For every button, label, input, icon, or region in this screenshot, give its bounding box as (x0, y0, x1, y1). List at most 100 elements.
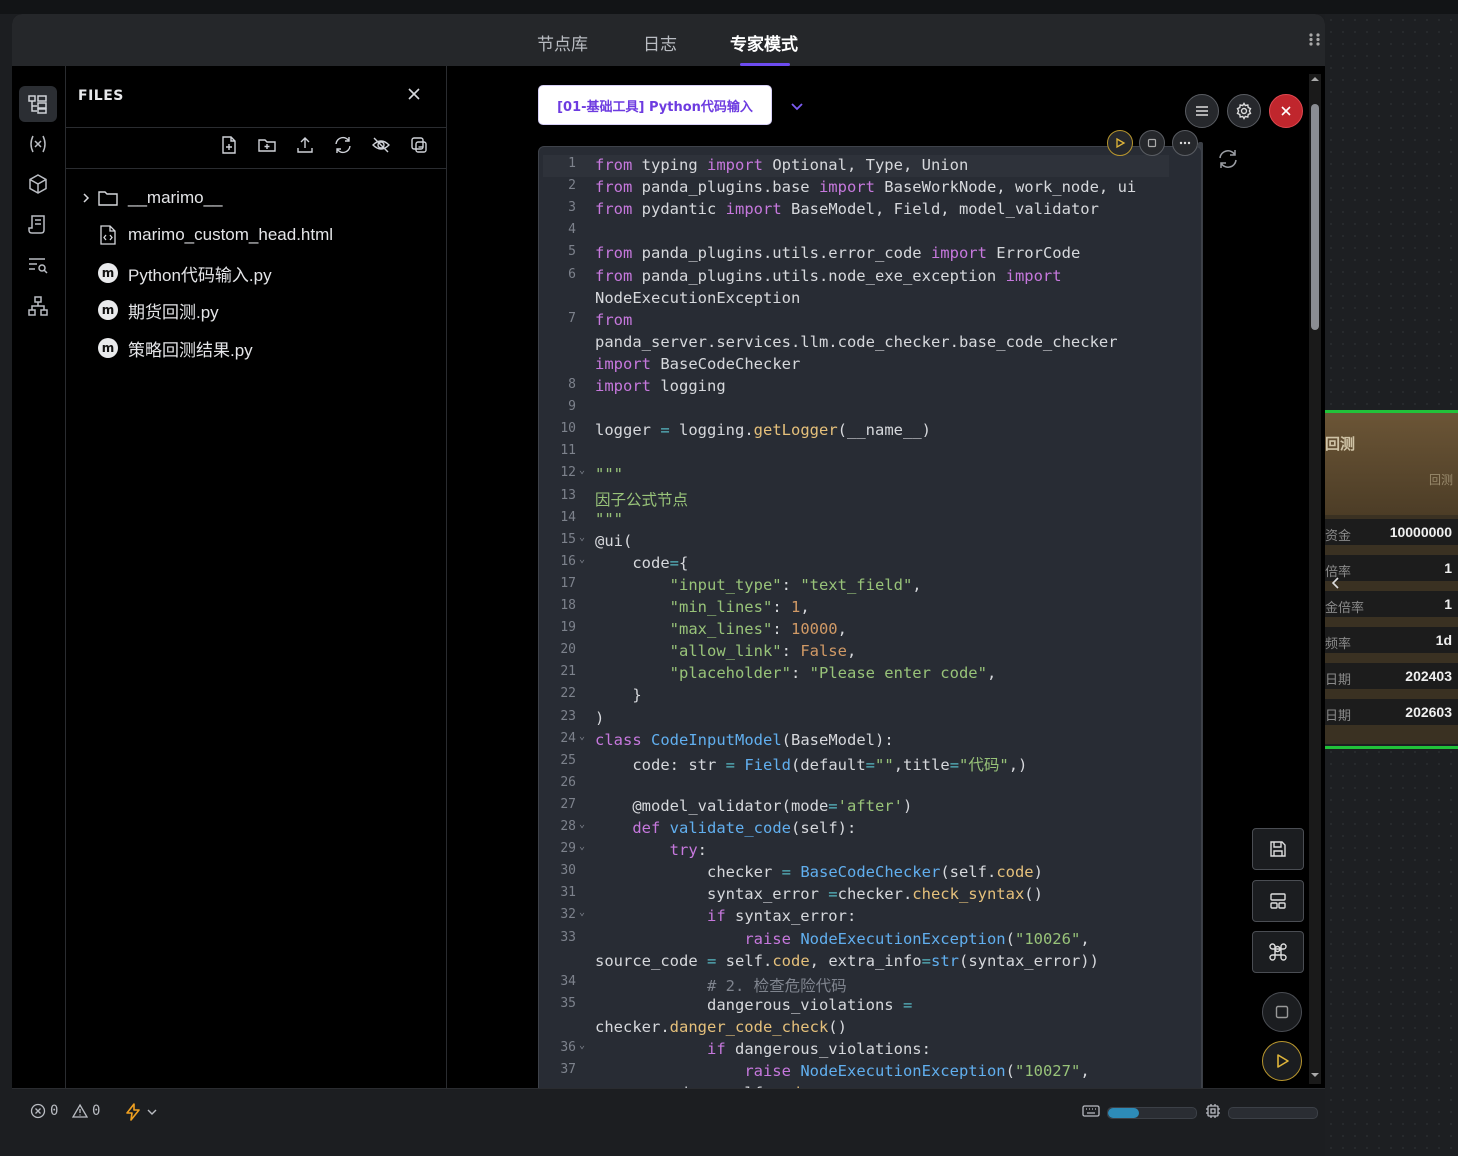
menu-icon (1196, 106, 1208, 116)
line-number: 1 (568, 156, 576, 171)
warnings-indicator[interactable]: 0 (72, 1103, 100, 1119)
activity-search[interactable] (19, 247, 57, 283)
toggle-hidden-button[interactable] (368, 132, 394, 158)
file-item-folder[interactable]: __marimo__ (76, 183, 223, 213)
grid-dots-icon[interactable] (1308, 32, 1322, 46)
layout-icon (1270, 893, 1286, 909)
fold-chevron-icon[interactable]: ⌄ (579, 465, 585, 476)
fold-chevron-icon[interactable]: ⌄ (579, 1040, 585, 1051)
node-param-row[interactable]: 日期 202603 (1325, 695, 1458, 731)
fold-chevron-icon[interactable]: ⌄ (579, 819, 585, 830)
file-item-python-input[interactable]: m Python代码输入.py (76, 258, 272, 288)
code-text: raise NodeExecutionException("10027", (744, 1062, 1090, 1081)
code-text: checker.danger_code_check() (595, 1017, 847, 1036)
stop-cell-button[interactable] (1139, 130, 1165, 156)
line-number: 10 (560, 421, 576, 437)
stop-all-button[interactable] (1262, 992, 1302, 1032)
file-item-html[interactable]: marimo_custom_head.html (76, 220, 333, 250)
line-number: 22 (560, 686, 576, 702)
settings-button[interactable] (1227, 94, 1261, 128)
code-text: import BaseCodeChecker (595, 354, 801, 373)
fold-chevron-icon[interactable]: ⌄ (579, 841, 585, 852)
scroll-up-icon[interactable] (1310, 74, 1320, 84)
line-number: 26 (560, 774, 576, 790)
close-editor-button[interactable] (1269, 94, 1303, 128)
line-number: 3 (568, 200, 576, 216)
activity-files[interactable] (19, 86, 57, 122)
node-param-row[interactable]: 资金 10000000 (1325, 515, 1458, 551)
line-number: 19 (560, 620, 576, 636)
warning-icon (72, 1103, 88, 1118)
upload-button[interactable] (292, 132, 318, 158)
activity-dependencies[interactable] (19, 288, 57, 324)
file-tree-icon (28, 95, 47, 114)
code-text: if syntax_error: (706, 907, 857, 926)
layout-button[interactable] (1252, 880, 1304, 922)
code-text: source_code = self.code, extra_info=str(… (595, 951, 1099, 970)
fold-chevron-icon[interactable]: ⌄ (579, 532, 585, 543)
collapse-all-button[interactable] (406, 132, 432, 158)
code-text: from (595, 310, 633, 329)
node-param-row[interactable]: 频率 1d (1325, 623, 1458, 659)
runtime-mode-dropdown[interactable] (124, 1103, 158, 1121)
fold-chevron-icon[interactable]: ⌄ (579, 907, 585, 918)
line-number: 37 (560, 1062, 576, 1078)
new-file-button[interactable] (216, 132, 242, 158)
node-param-row[interactable]: 金倍率 1 (1325, 587, 1458, 623)
errors-indicator[interactable]: 0 (30, 1103, 58, 1119)
scroll-down-icon[interactable] (1310, 1070, 1320, 1080)
run-cell-button[interactable] (1107, 130, 1133, 156)
tab-log[interactable]: 日志 (643, 30, 677, 55)
scrollbar-thumb[interactable] (1311, 104, 1319, 330)
divider (66, 127, 446, 128)
code-editor[interactable]: 1 from typing import Optional, Type, Unio… (538, 146, 1202, 1098)
node-param-label: 资金 (1325, 529, 1352, 544)
code-text: from panda_plugins.utils.node_exe_except… (595, 266, 1062, 285)
tab-node-library[interactable]: 节点库 (537, 30, 588, 55)
code-text: raise NodeExecutionException("10026", (744, 929, 1090, 948)
command-palette-button[interactable] (1252, 931, 1304, 973)
node-param-label: 金倍率 (1325, 601, 1365, 616)
window-top-band (0, 0, 1458, 14)
divider (66, 168, 446, 169)
line-number: 13 (560, 487, 576, 503)
file-name: 期货回测.py (128, 302, 219, 322)
node-param-row[interactable]: 日期 202403 (1325, 659, 1458, 695)
refresh-icon[interactable] (1217, 148, 1239, 170)
run-all-button[interactable] (1262, 1041, 1302, 1081)
line-number: 6 (568, 266, 576, 282)
line-number: 20 (560, 642, 576, 658)
line-number: 31 (560, 885, 576, 901)
node-title-button[interactable]: [01-基础工具] Python代码输入 (538, 85, 772, 125)
chevron-left-icon[interactable] (1329, 576, 1343, 590)
code-text: "max_lines": 10000, (669, 620, 847, 639)
code-text: """ (595, 509, 623, 528)
file-name: Python代码输入.py (128, 265, 272, 285)
new-folder-button[interactable] (254, 132, 280, 158)
file-item-strategy-result[interactable]: m 策略回测结果.py (76, 333, 253, 363)
node-param-row[interactable]: 倍率 1 (1325, 551, 1458, 587)
activity-packages[interactable] (19, 166, 57, 202)
menu-button[interactable] (1185, 94, 1219, 128)
tab-expert-mode[interactable]: 专家模式 (730, 30, 798, 55)
chevron-down-icon[interactable] (789, 98, 805, 114)
file-item-futures-backtest[interactable]: m 期货回测.py (76, 295, 219, 325)
chevron-right-icon[interactable] (80, 192, 92, 204)
file-name: __marimo__ (128, 188, 223, 207)
save-button[interactable] (1252, 828, 1304, 870)
activity-scratchpad[interactable] (19, 206, 57, 242)
more-options-button[interactable] (1172, 130, 1198, 156)
line-number: 2 (568, 178, 576, 194)
canvas-node-backtest[interactable]: 回测 回测 资金 10000000 倍率 1 金倍率 1 频率 1d 日期 202403 日期 202… (1325, 410, 1458, 750)
file-name: 策略回测结果.py (128, 340, 253, 360)
code-text: "min_lines": 1, (669, 598, 810, 616)
code-text: 因子公式节点 (595, 490, 689, 509)
line-number: 24 (560, 730, 576, 746)
code-text: from typing import Optional, Type, Union (595, 156, 969, 174)
activity-variables[interactable] (19, 126, 57, 162)
fold-chevron-icon[interactable]: ⌄ (579, 731, 585, 742)
line-number: 28 (560, 819, 576, 834)
close-icon[interactable] (404, 84, 424, 104)
refresh-button[interactable] (330, 132, 356, 158)
fold-chevron-icon[interactable]: ⌄ (579, 554, 585, 565)
